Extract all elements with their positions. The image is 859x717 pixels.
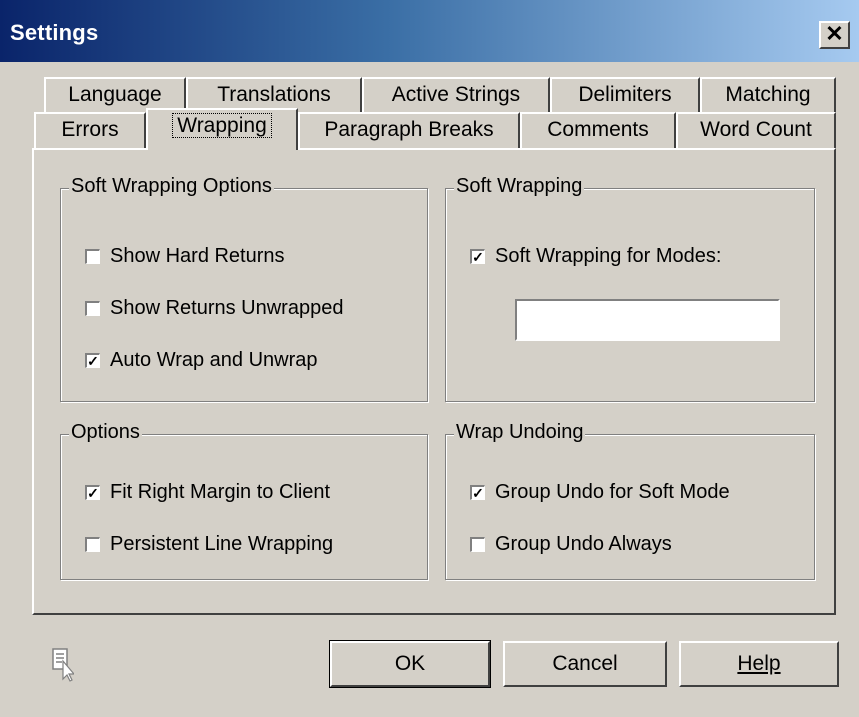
checkbox-box[interactable] bbox=[85, 537, 100, 552]
checkbox-box[interactable]: ✓ bbox=[470, 485, 485, 500]
group-undo-always-checkbox[interactable]: Group Undo Always bbox=[470, 533, 672, 556]
checkbox-box[interactable]: ✓ bbox=[470, 249, 485, 264]
show-returns-unwrapped-checkbox[interactable]: Show Returns Unwrapped bbox=[85, 297, 343, 320]
tab-wrapping[interactable]: Wrapping bbox=[146, 108, 298, 150]
auto-wrap-unwrap-checkbox[interactable]: ✓ Auto Wrap and Unwrap bbox=[85, 349, 318, 372]
tab-word-count[interactable]: Word Count bbox=[676, 112, 836, 148]
wrap-undoing-group: Wrap Undoing ✓ Group Undo for Soft Mode … bbox=[445, 421, 815, 580]
soft-wrapping-group: Soft Wrapping ✓ Soft Wrapping for Modes: bbox=[445, 175, 815, 402]
context-help-icon[interactable] bbox=[52, 648, 74, 682]
close-icon: ✕ bbox=[825, 21, 844, 46]
persistent-line-wrapping-checkbox[interactable]: Persistent Line Wrapping bbox=[85, 533, 333, 556]
fit-right-margin-checkbox[interactable]: ✓ Fit Right Margin to Client bbox=[85, 481, 330, 504]
window-title: Settings bbox=[10, 20, 99, 45]
title-bar[interactable]: Settings ✕ bbox=[0, 0, 859, 62]
close-button[interactable]: ✕ bbox=[819, 21, 850, 49]
soft-wrapping-modes-input[interactable] bbox=[515, 299, 780, 341]
ok-button[interactable]: OK bbox=[329, 640, 491, 688]
checkbox-box[interactable] bbox=[85, 249, 100, 264]
options-group: Options ✓ Fit Right Margin to Client Per… bbox=[60, 421, 428, 580]
tab-active-strings[interactable]: Active Strings bbox=[362, 77, 550, 113]
cancel-button[interactable]: Cancel bbox=[503, 641, 667, 687]
group-label: Soft Wrapping Options bbox=[69, 175, 274, 198]
help-button[interactable]: Help bbox=[679, 641, 839, 687]
group-undo-soft-mode-checkbox[interactable]: ✓ Group Undo for Soft Mode bbox=[470, 481, 730, 504]
wrapping-panel: Soft Wrapping Options Show Hard Returns … bbox=[32, 148, 836, 615]
show-hard-returns-checkbox[interactable]: Show Hard Returns bbox=[85, 245, 285, 268]
tab-errors[interactable]: Errors bbox=[34, 112, 146, 148]
soft-wrapping-for-modes-checkbox[interactable]: ✓ Soft Wrapping for Modes: bbox=[470, 245, 721, 268]
tab-matching[interactable]: Matching bbox=[700, 77, 836, 113]
help-label: Help bbox=[737, 652, 781, 675]
soft-wrapping-options-group: Soft Wrapping Options Show Hard Returns … bbox=[60, 175, 428, 402]
group-label: Soft Wrapping bbox=[454, 175, 585, 198]
checkbox-box[interactable]: ✓ bbox=[85, 485, 100, 500]
tab-delimiters[interactable]: Delimiters bbox=[550, 77, 700, 113]
tab-comments[interactable]: Comments bbox=[520, 112, 676, 148]
group-label: Wrap Undoing bbox=[454, 421, 586, 444]
tab-paragraph-breaks[interactable]: Paragraph Breaks bbox=[298, 112, 520, 148]
checkbox-box[interactable] bbox=[85, 301, 100, 316]
group-label: Options bbox=[69, 421, 142, 444]
checkbox-box[interactable] bbox=[470, 537, 485, 552]
settings-dialog: Settings ✕ Language Translations Active … bbox=[0, 0, 859, 717]
checkbox-box[interactable]: ✓ bbox=[85, 353, 100, 368]
